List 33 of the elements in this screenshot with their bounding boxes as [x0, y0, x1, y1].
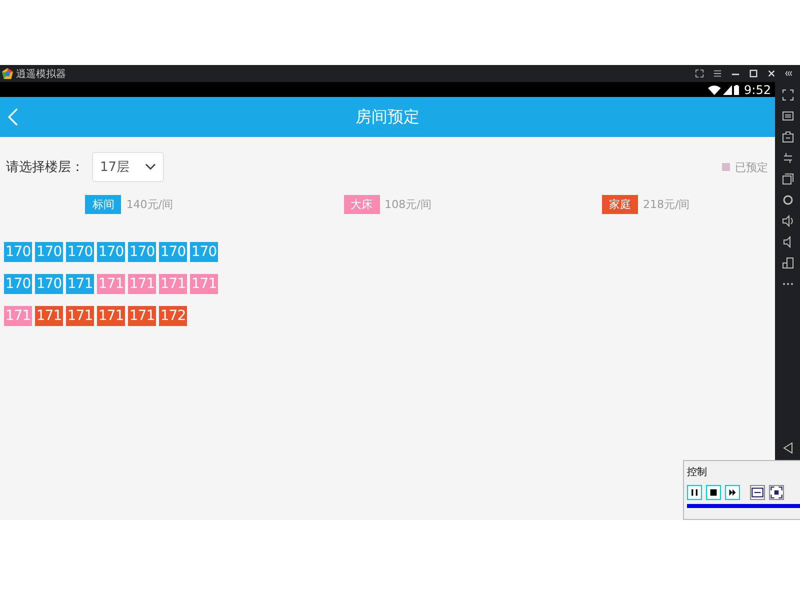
room-tile[interactable]: 170	[4, 242, 32, 262]
room-tile[interactable]: 171	[66, 306, 94, 326]
status-time: 9:52	[744, 82, 771, 96]
booked-legend-label: 已预定	[735, 160, 768, 174]
room-tile[interactable]: 170	[35, 242, 63, 262]
room-tile[interactable]: 171	[190, 274, 218, 294]
room-type-tag: 大床	[344, 195, 380, 214]
control-window-title: 控制	[687, 466, 708, 479]
room-tile[interactable]: 170	[190, 242, 218, 262]
room-tile[interactable]: 171	[97, 274, 125, 294]
room-price: 140元/间	[126, 197, 174, 212]
room-tile[interactable]: 171	[4, 306, 32, 326]
room-tile[interactable]: 170	[66, 242, 94, 262]
room-type-tag: 标间	[85, 195, 122, 214]
floor-dropdown[interactable]: 17层	[92, 152, 164, 182]
room-tile[interactable]: 171	[97, 306, 125, 326]
window-title: 逍遥模拟器	[16, 68, 66, 80]
room-tile[interactable]: 170	[35, 274, 63, 294]
page-title: 房间预定	[356, 106, 420, 128]
floor-label: 请选择楼层：	[6, 159, 84, 176]
room-tile[interactable]: 171	[128, 274, 156, 294]
room-type-tag: 家庭	[602, 195, 638, 214]
room-tile[interactable]: 171	[66, 274, 94, 294]
room-price: 108元/间	[384, 197, 432, 212]
room-tile[interactable]: 171	[159, 274, 187, 294]
room-tile[interactable]: 172	[159, 306, 187, 326]
room-tile[interactable]: 170	[4, 274, 32, 294]
room-tile[interactable]: 170	[97, 242, 125, 262]
room-tile[interactable]: 170	[159, 242, 187, 262]
room-price: 218元/间	[642, 197, 690, 212]
room-tile[interactable]: 171	[128, 306, 156, 326]
room-tile[interactable]: 171	[35, 306, 63, 326]
room-tile[interactable]: 170	[128, 242, 156, 262]
